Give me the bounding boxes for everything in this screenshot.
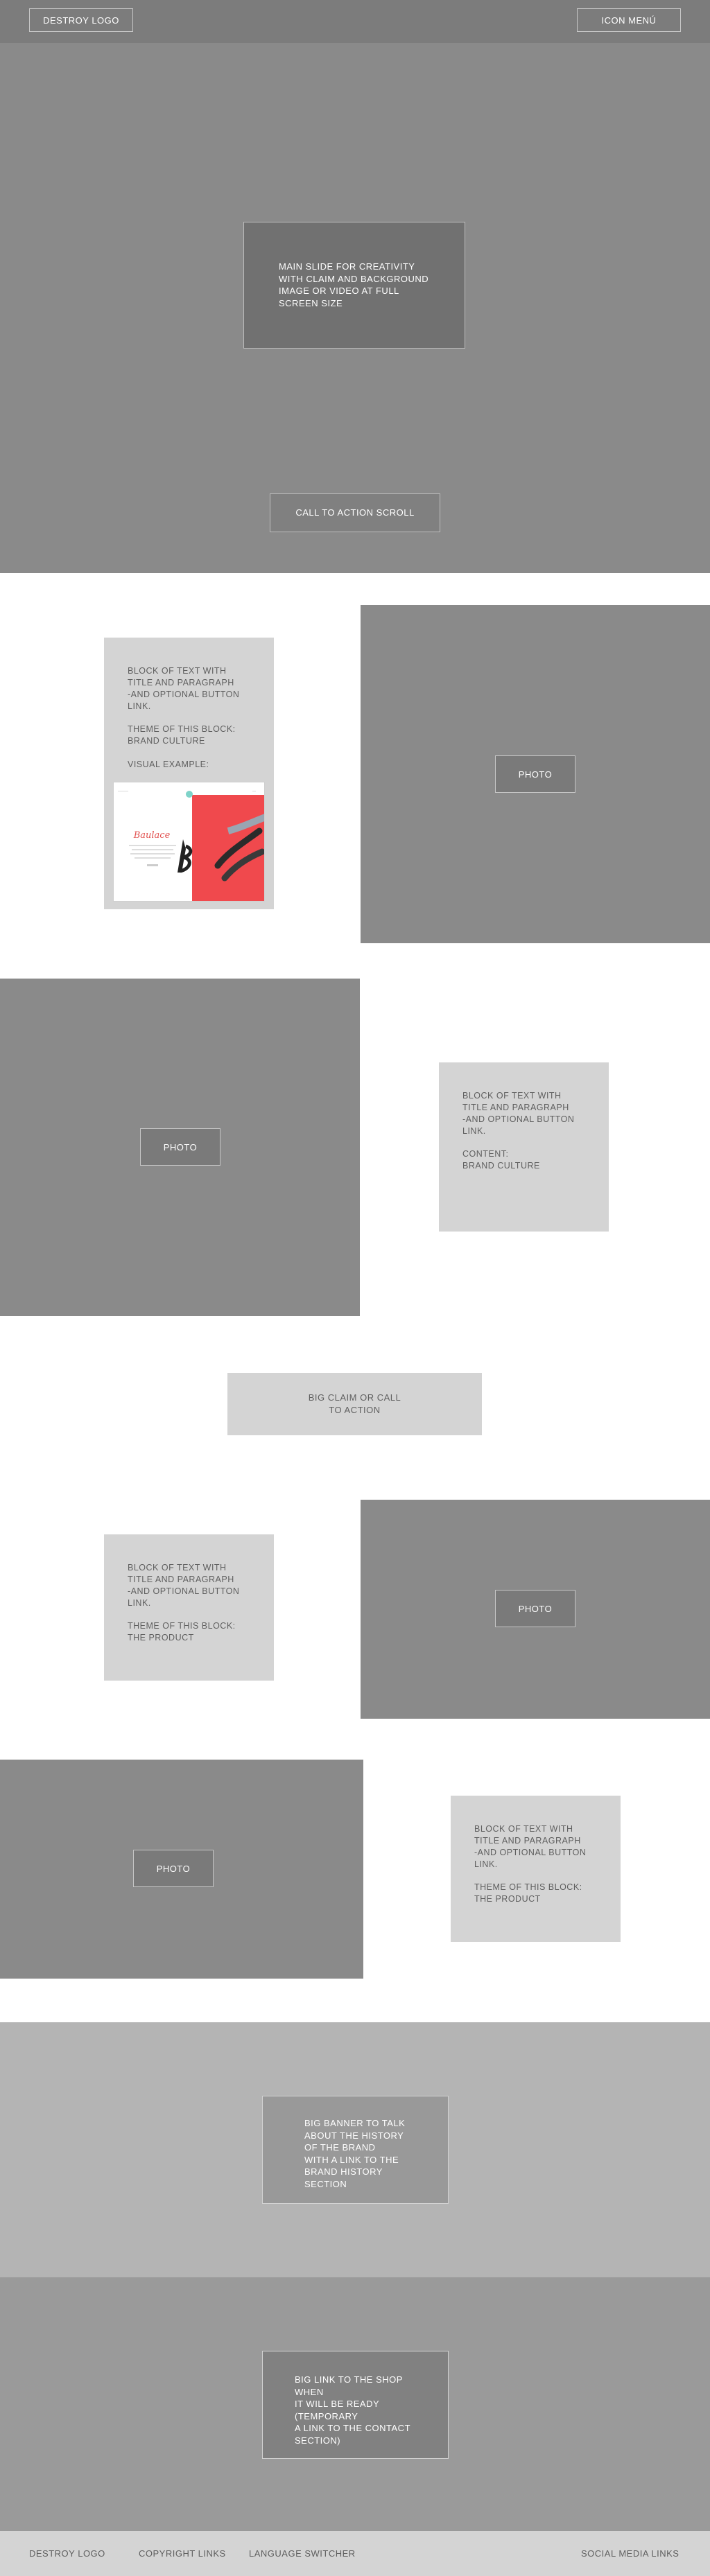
content-text: BLOCK OF TEXT WITH TITLE AND PARAGRAPH -… — [462, 1091, 575, 1171]
site-footer: DESTROY LOGO COPYRIGHT LINKS LANGUAGE SW… — [0, 2531, 710, 2576]
big-claim-text: BIG CLAIM OR CALL TO ACTION — [308, 1392, 401, 1415]
language-switcher[interactable]: LANGUAGE SWITCHER — [249, 2548, 356, 2559]
svg-text:—: — — [252, 789, 256, 794]
site-header: DESTROY LOGO ICON MENÚ — [0, 0, 710, 43]
product-text-1: BLOCK OF TEXT WITH TITLE AND PARAGRAPH -… — [128, 1563, 240, 1643]
visual-example-graphic: Baulace ——— — — [114, 782, 264, 901]
example-script-text: Baulace — [133, 830, 171, 841]
svg-text:———: ——— — [118, 789, 128, 794]
history-banner-text: BIG BANNER TO TALK ABOUT THE HISTORY OF … — [304, 2118, 406, 2189]
big-claim-box[interactable]: BIG CLAIM OR CALL TO ACTION — [227, 1373, 482, 1435]
copyright-links[interactable]: COPYRIGHT LINKS — [139, 2548, 226, 2559]
scroll-cta-button[interactable]: CALL TO ACTION SCROLL — [270, 493, 440, 532]
photo-label-4: PHOTO — [133, 1850, 214, 1887]
scroll-cta-label: CALL TO ACTION SCROLL — [295, 507, 415, 518]
shop-banner-box[interactable]: BIG LINK TO THE SHOP WHEN IT WILL BE REA… — [262, 2351, 449, 2459]
photo-label-2: PHOTO — [140, 1128, 220, 1166]
hero-claim-box: MAIN SLIDE FOR CREATIVITY WITH CLAIM AND… — [243, 222, 465, 349]
product-text-block-2: BLOCK OF TEXT WITH TITLE AND PARAGRAPH -… — [451, 1796, 621, 1942]
footer-logo[interactable]: DESTROY LOGO — [29, 2548, 105, 2559]
photo-label-3: PHOTO — [495, 1590, 575, 1627]
photo-label-1: PHOTO — [495, 755, 575, 793]
brand-culture-text: BLOCK OF TEXT WITH TITLE AND PARAGRAPH -… — [128, 666, 240, 769]
header-logo[interactable]: DESTROY LOGO — [29, 8, 133, 32]
shop-banner-text: BIG LINK TO THE SHOP WHEN IT WILL BE REA… — [295, 2374, 411, 2446]
content-text-block: BLOCK OF TEXT WITH TITLE AND PARAGRAPH -… — [439, 1062, 609, 1232]
social-media-links[interactable]: SOCIAL MEDIA LINKS — [581, 2548, 679, 2559]
menu-button[interactable]: ICON MENÚ — [577, 8, 681, 32]
history-banner-box[interactable]: BIG BANNER TO TALK ABOUT THE HISTORY OF … — [262, 2096, 449, 2204]
hero-claim-text: MAIN SLIDE FOR CREATIVITY WITH CLAIM AND… — [279, 261, 429, 308]
product-text-block-1: BLOCK OF TEXT WITH TITLE AND PARAGRAPH -… — [104, 1534, 274, 1681]
visual-example-image: Baulace ——— — — [113, 782, 265, 902]
product-text-2: BLOCK OF TEXT WITH TITLE AND PARAGRAPH -… — [474, 1824, 587, 1904]
